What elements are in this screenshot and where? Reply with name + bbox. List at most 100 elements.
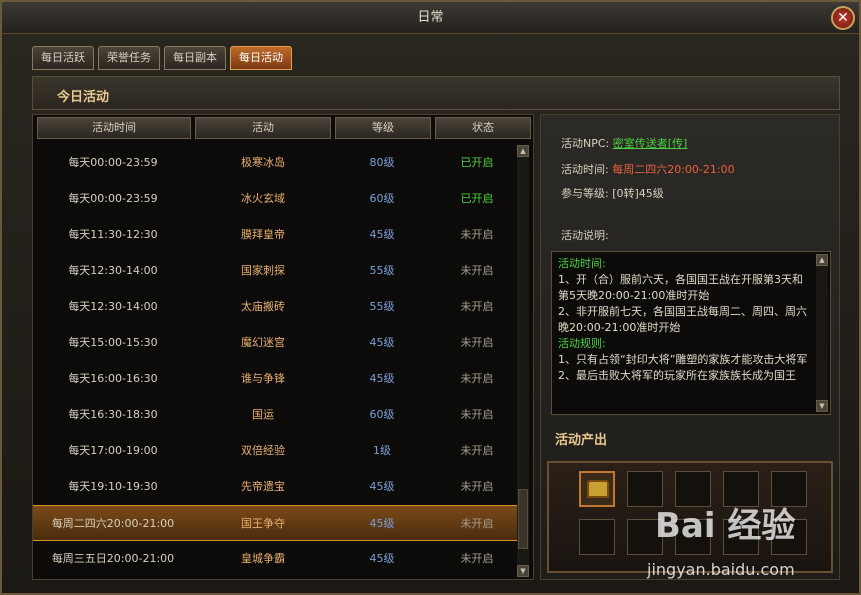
row-level: 1级 (373, 444, 391, 457)
desc-scroll-up-icon[interactable]: ▲ (816, 254, 828, 266)
row-time: 每周三五日20:00-21:00 (51, 552, 175, 565)
row-status: 未开启 (460, 228, 494, 241)
row-level: 55级 (369, 264, 395, 277)
time-label: 活动时间: (561, 163, 609, 176)
row-time: 每天11:30-12:30 (68, 228, 158, 241)
row-time: 每天16:00-16:30 (68, 372, 158, 385)
npc-link[interactable]: 密室传送者[传] (613, 137, 688, 150)
level-line: 参与等级: [0转]45级 (561, 185, 664, 201)
table-row[interactable]: 每天12:30-14:00 太庙搬砖 55级 未开启 (33, 289, 519, 325)
row-status: 未开启 (460, 517, 494, 530)
table-row[interactable]: 每天19:10-19:30 先帝遗宝 45级 未开启 (33, 469, 519, 505)
scroll-thumb[interactable] (518, 489, 528, 549)
row-status: 未开启 (460, 264, 494, 277)
row-activity: 谁与争锋 (241, 372, 285, 385)
row-status: 已开启 (460, 156, 494, 169)
table-row[interactable]: 每天16:30-18:30 国运 60级 未开启 (33, 397, 519, 433)
row-activity: 魔幻迷宫 (241, 336, 285, 349)
row-activity: 国王争夺 (241, 517, 285, 530)
row-status: 未开启 (460, 552, 494, 565)
row-time: 每天16:30-18:30 (68, 408, 158, 421)
desc-line: 2、非开服前七天，各国国王战每周二、周四、周六晚20:00-21:00准时开始 (558, 305, 807, 334)
desc-scroll-down-icon[interactable]: ▼ (816, 400, 828, 412)
table-body: 每天00:00-23:59 极寒冰岛 80级 已开启 每天00:00-23:59 冰火玄域… (33, 145, 519, 577)
tab-daily-events[interactable]: 每日活动 (230, 46, 292, 70)
daily-window: 日常 ✕ 每日活跃 荣誉任务 每日副本 每日活动 今日活动 活动时间 活动 等级… (0, 0, 861, 595)
row-activity: 国运 (252, 408, 274, 421)
row-level: 45级 (369, 517, 395, 530)
section-header: 今日活动 (32, 76, 840, 110)
row-time: 每天19:10-19:30 (68, 480, 158, 493)
row-activity: 膜拜皇帝 (241, 228, 285, 241)
npc-label: 活动NPC: (561, 137, 610, 150)
npc-line: 活动NPC: 密室传送者[传] (561, 135, 687, 151)
output-title: 活动产出 (555, 433, 608, 448)
table-row[interactable]: 每天00:00-23:59 极寒冰岛 80级 已开启 (33, 145, 519, 181)
table-row[interactable]: 每天16:00-16:30 谁与争锋 45级 未开启 (33, 361, 519, 397)
description-text: 活动时间: 1、开（合）服前六天，各国国王战在开服第3天和第5天晚20:00-21… (558, 256, 810, 384)
header-level[interactable]: 等级 (335, 117, 431, 139)
section-title: 今日活动 (57, 90, 110, 105)
tab-daily-dungeon[interactable]: 每日副本 (164, 46, 226, 70)
table-scrollbar[interactable]: ▲ ▼ (517, 145, 529, 577)
level-value: [0转]45级 (612, 187, 664, 200)
row-level: 45级 (369, 480, 395, 493)
scroll-up-icon[interactable]: ▲ (517, 145, 529, 157)
time-line: 活动时间: 每周二四六20:00-21:00 (561, 161, 735, 177)
row-level: 45级 (369, 228, 395, 241)
row-status: 未开启 (460, 336, 494, 349)
reward-slot-6[interactable] (579, 519, 615, 555)
header-status[interactable]: 状态 (435, 117, 531, 139)
close-icon[interactable]: ✕ (831, 6, 855, 30)
row-activity: 先帝遗宝 (241, 480, 285, 493)
desc-line: 2、最后击败大将军的玩家所在家族族长成为国王 (558, 369, 796, 382)
row-time: 每天12:30-14:00 (68, 300, 158, 313)
header-time[interactable]: 活动时间 (37, 117, 191, 139)
treasure-chest-icon (587, 480, 609, 498)
description-box: 活动时间: 1、开（合）服前六天，各国国王战在开服第3天和第5天晚20:00-21… (551, 251, 831, 415)
row-time: 每天00:00-23:59 (68, 156, 158, 169)
row-activity: 冰火玄域 (241, 192, 285, 205)
table-row[interactable]: 每天15:00-15:30 魔幻迷宫 45级 未开启 (33, 325, 519, 361)
row-level: 45级 (369, 336, 395, 349)
row-status: 未开启 (460, 372, 494, 385)
header-activity[interactable]: 活动 (195, 117, 331, 139)
row-time: 每天15:00-15:30 (68, 336, 158, 349)
row-activity: 双倍经验 (241, 444, 285, 457)
table-row[interactable]: 每天12:30-14:00 国家刺探 55级 未开启 (33, 253, 519, 289)
activity-table: 活动时间 活动 等级 状态 每天00:00-23:59 极寒冰岛 80级 已开启 每天0… (32, 114, 534, 580)
table-row[interactable]: 每天17:00-19:00 双倍经验 1级 未开启 (33, 433, 519, 469)
description-scrollbar[interactable]: ▲ ▼ (816, 254, 828, 412)
desc-line: 1、只有占领“封印大将”雕塑的家族才能攻击大将军 (558, 353, 808, 366)
row-status: 未开启 (460, 408, 494, 421)
row-level: 45级 (369, 372, 395, 385)
row-level: 55级 (369, 300, 395, 313)
table-row[interactable]: 每周二四六20:00-21:00 国王争夺 45级 未开启 (33, 505, 519, 541)
row-status: 未开启 (460, 444, 494, 457)
desc-heading: 活动规则: (558, 337, 606, 350)
window-title: 日常 (417, 10, 444, 25)
tab-daily-active[interactable]: 每日活跃 (32, 46, 94, 70)
level-label: 参与等级: (561, 187, 609, 200)
watermark-url: jingyan.baidu.com (647, 560, 795, 579)
desc-label: 活动说明: (561, 229, 609, 242)
tab-bar: 每日活跃 荣誉任务 每日副本 每日活动 (32, 46, 292, 70)
row-level: 45级 (369, 552, 395, 565)
tab-honor-tasks[interactable]: 荣誉任务 (98, 46, 160, 70)
row-level: 60级 (369, 408, 395, 421)
row-activity: 国家刺探 (241, 264, 285, 277)
desc-heading: 活动时间: (558, 257, 606, 270)
table-row[interactable]: 每周三五日20:00-21:00 皇城争霸 45级 未开启 (33, 541, 519, 577)
row-time: 每天00:00-23:59 (68, 192, 158, 205)
table-row[interactable]: 每天00:00-23:59 冰火玄域 60级 已开启 (33, 181, 519, 217)
row-status: 已开启 (460, 192, 494, 205)
baidu-watermark: Bai 经验 jingyan.baidu.com (647, 498, 815, 588)
reward-slot-1[interactable] (579, 471, 615, 507)
window-titlebar: 日常 (2, 2, 859, 34)
scroll-down-icon[interactable]: ▼ (517, 565, 529, 577)
row-time: 每天12:30-14:00 (68, 264, 158, 277)
row-time: 每周二四六20:00-21:00 (51, 517, 175, 530)
row-level: 80级 (369, 156, 395, 169)
table-row[interactable]: 每天11:30-12:30 膜拜皇帝 45级 未开启 (33, 217, 519, 253)
row-status: 未开启 (460, 480, 494, 493)
